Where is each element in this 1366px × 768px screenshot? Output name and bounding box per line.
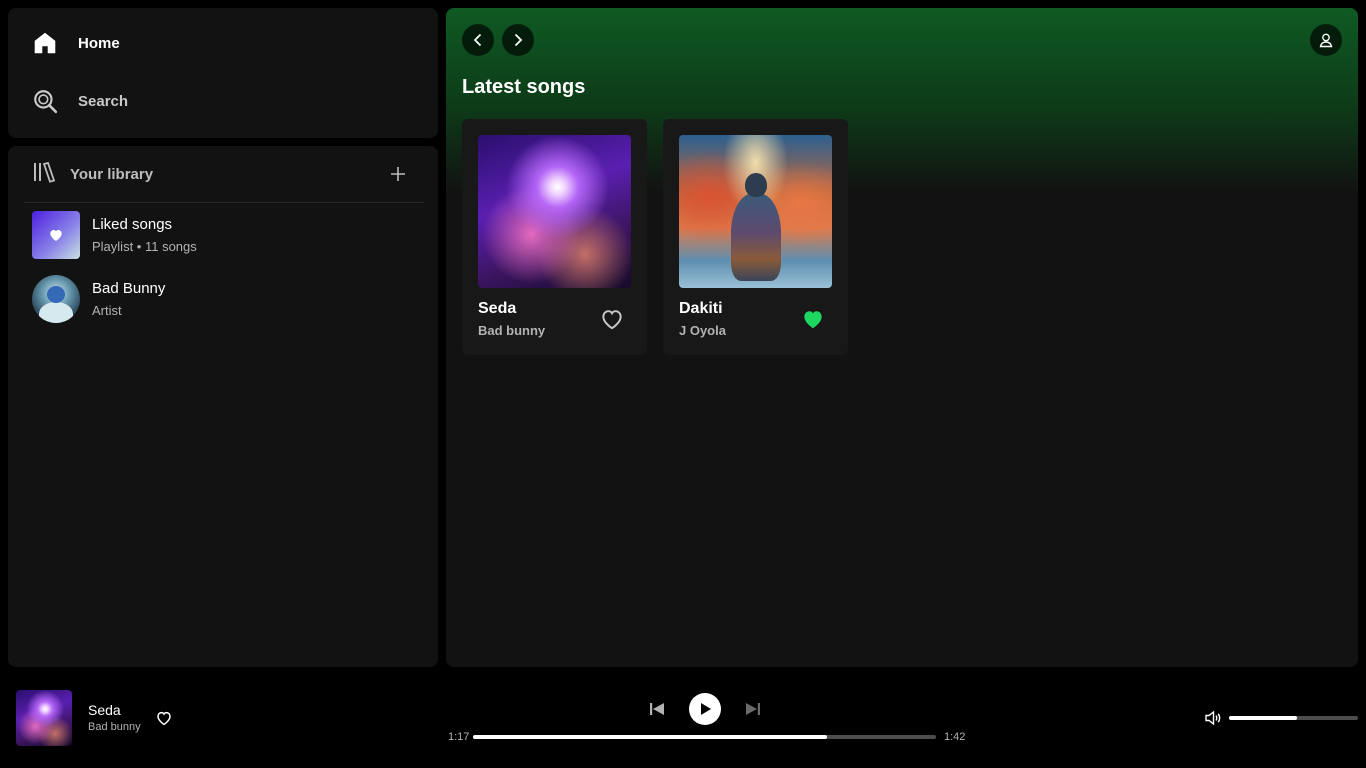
chevron-left-icon <box>473 33 482 47</box>
song-artist: J Oyola <box>679 323 726 338</box>
artist-avatar <box>32 275 80 323</box>
main-panel: Latest songs Seda Bad bunny Dakiti J Oyo… <box>446 8 1358 667</box>
skip-back-icon <box>650 703 664 715</box>
add-to-library-button[interactable] <box>388 164 408 184</box>
previous-button[interactable] <box>648 700 666 718</box>
song-artist: Bad bunny <box>478 323 546 338</box>
player-bar: Seda Bad bunny 1:17 1:42 <box>0 675 1366 768</box>
liked-songs-thumbnail <box>32 211 80 259</box>
volume-icon <box>1205 710 1221 726</box>
next-button[interactable] <box>744 700 762 718</box>
library-header: Your library <box>32 160 408 188</box>
heart-icon <box>50 230 62 241</box>
search-icon <box>32 88 58 114</box>
total-time: 1:42 <box>944 731 966 743</box>
song-title: Seda <box>478 300 517 317</box>
progress-bar[interactable] <box>473 735 936 739</box>
skip-forward-icon <box>746 703 760 715</box>
library-title: Your library <box>70 165 154 183</box>
volume-slider[interactable] <box>1229 716 1358 720</box>
library-icon <box>32 160 56 188</box>
now-playing-cover[interactable] <box>16 690 72 746</box>
song-title: Dakiti <box>679 300 723 317</box>
nav-home[interactable]: Home <box>32 30 120 56</box>
mute-button[interactable] <box>1204 709 1222 727</box>
play-button[interactable] <box>689 693 721 725</box>
plus-icon <box>391 167 405 181</box>
heart-outline-icon <box>157 711 171 726</box>
song-card[interactable]: Dakiti J Oyola <box>663 119 848 355</box>
library-panel: Your library Liked songs Playlist • 11 s… <box>8 146 438 667</box>
nav-home-label: Home <box>78 34 120 52</box>
nav-search-label: Search <box>78 92 129 110</box>
library-item-liked-songs[interactable]: Liked songs Playlist • 11 songs <box>32 211 197 259</box>
progress-fill <box>473 735 828 739</box>
album-cover <box>478 135 631 288</box>
nav-search[interactable]: Search <box>32 88 128 114</box>
library-item-meta: Playlist • 11 songs <box>92 239 197 254</box>
song-card[interactable]: Seda Bad bunny <box>462 119 647 355</box>
album-cover <box>679 135 832 288</box>
volume-fill <box>1229 716 1298 720</box>
heart-outline-icon <box>602 310 622 330</box>
like-button[interactable] <box>599 306 625 332</box>
heart-filled-icon <box>804 311 822 329</box>
like-button[interactable] <box>800 306 826 332</box>
nav-panel: Home Search <box>8 8 438 138</box>
library-title-button[interactable]: Your library <box>32 160 153 188</box>
play-icon <box>701 703 711 715</box>
now-playing-like-button[interactable] <box>155 709 173 727</box>
forward-button[interactable] <box>502 24 534 56</box>
library-item-meta: Artist <box>92 303 122 318</box>
user-profile-button[interactable] <box>1310 24 1342 56</box>
library-item-bad-bunny[interactable]: Bad Bunny Artist <box>32 275 165 323</box>
section-title: Latest songs <box>462 76 586 98</box>
library-item-name: Liked songs <box>92 216 173 233</box>
back-button[interactable] <box>462 24 494 56</box>
library-divider <box>24 202 424 203</box>
chevron-right-icon <box>514 33 523 47</box>
now-playing-artist[interactable]: Bad bunny <box>88 721 141 733</box>
home-icon <box>32 30 58 56</box>
user-icon <box>1319 33 1333 48</box>
elapsed-time: 1:17 <box>448 731 470 743</box>
now-playing-title[interactable]: Seda <box>88 702 121 718</box>
library-item-name: Bad Bunny <box>92 280 166 297</box>
